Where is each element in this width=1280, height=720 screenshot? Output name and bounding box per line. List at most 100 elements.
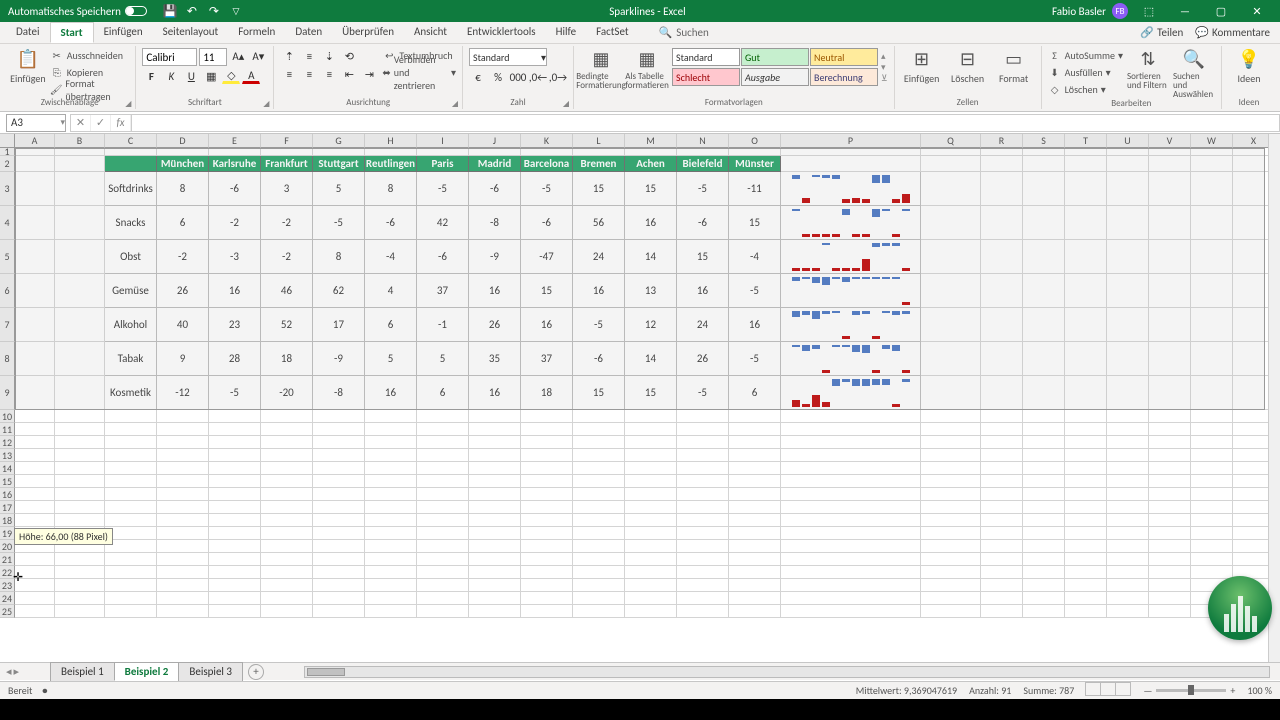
comma-icon[interactable]: 000 [509,69,527,85]
zoom-level[interactable]: 100 % [1247,684,1272,697]
percent-icon[interactable]: % [489,69,507,85]
comments-button[interactable]: 💬 Kommentare [1195,26,1270,39]
minimize-button[interactable]: — [1170,0,1200,22]
orientation-icon[interactable]: ⟲ [340,48,358,64]
style-gut[interactable]: Gut [741,48,809,66]
fill-button[interactable]: ⬇Ausfüllen ▾ [1048,65,1123,80]
save-icon[interactable]: 💾 [163,4,177,18]
delete-cells-button[interactable]: ⊟Löschen [947,48,989,85]
tab-hilfe[interactable]: Hilfe [546,22,586,43]
indent-inc-icon[interactable]: ⇥ [360,66,378,82]
tab-factset[interactable]: FactSet [586,22,639,43]
paste-button[interactable]: 📋Einfügen [10,48,46,85]
autosum-button[interactable]: ΣAutoSumme ▾ [1048,48,1123,63]
tab-nav-next-icon[interactable]: ▸ [14,665,20,678]
user-avatar[interactable]: FB [1112,3,1128,19]
row-resize-tooltip: Höhe: 66,00 (88 Pixel) [14,528,113,545]
tab-start[interactable]: Start [50,22,94,43]
tab-einfügen[interactable]: Einfügen [94,22,153,43]
fill-color-button[interactable]: ◇ [222,68,240,84]
horizontal-scrollbar[interactable] [304,666,1270,678]
merge-center-button[interactable]: ⬌Verbinden und zentrieren ▾ [382,65,456,80]
close-button[interactable]: ✕ [1242,0,1272,22]
border-button[interactable]: ▦ [202,68,220,84]
format-table-button[interactable]: ▦Als Tabelle formatieren [626,48,668,90]
indent-dec-icon[interactable]: ⇤ [340,66,358,82]
group-number: Standard▾ €%000,0←,0→ Zahl◢ [463,46,574,109]
vertical-scrollbar[interactable] [1268,134,1280,672]
sheet-tab[interactable]: Beispiel 3 [178,662,243,681]
table-icon: ▦ [638,48,655,70]
fx-icon[interactable]: fx [111,115,131,131]
align-top-icon[interactable]: ⇡ [280,48,298,64]
add-sheet-button[interactable]: + [248,664,264,680]
number-format-select[interactable]: Standard▾ [469,48,547,66]
user-name[interactable]: Fabio Basler [1052,5,1106,18]
sort-filter-button[interactable]: ⇅Sortieren und Filtern [1127,48,1169,90]
style-ausgabe[interactable]: Ausgabe [741,68,809,86]
sort-icon: ⇅ [1140,48,1155,70]
font-color-button[interactable]: A [242,68,260,84]
row-headers[interactable]: 1234567891011121314151617181920212223242… [0,148,15,618]
view-buttons[interactable] [1086,682,1131,699]
currency-icon[interactable]: € [469,69,487,85]
tab-datei[interactable]: Datei [6,22,50,43]
maximize-button[interactable]: ▢ [1206,0,1236,22]
font-size-input[interactable] [199,48,227,66]
worksheet-grid[interactable]: ABCDEFGHIJKLMNOPQRSTUVWXY 12345678910111… [0,134,1280,672]
accept-formula-icon[interactable]: ✓ [91,115,111,131]
share-button[interactable]: 🔗 Teilen [1140,26,1183,39]
name-box[interactable]: A3▾ [6,114,66,132]
undo-icon[interactable]: ↶ [185,4,199,18]
style-standard[interactable]: Standard [672,48,740,66]
tab-daten[interactable]: Daten [285,22,332,43]
styles-more-icon[interactable]: ⊻ [881,73,888,84]
cancel-formula-icon[interactable]: ✕ [71,115,91,131]
channel-logo [1208,576,1272,640]
insert-cells-button[interactable]: ⊞Einfügen [901,48,943,85]
status-count: Anzahl: 91 [969,684,1011,697]
ideas-icon: 💡 [1238,48,1260,70]
style-schlecht[interactable]: Schlecht [672,68,740,86]
format-painter-button[interactable]: 🖌Format übertragen [50,82,130,97]
autosave-toggle[interactable]: Automatisches Speichern [8,5,147,18]
grow-font-icon[interactable]: A▴ [229,48,247,64]
tab-entwicklertools[interactable]: Entwicklertools [457,22,546,43]
align-center-icon[interactable]: ≡ [300,66,318,82]
sheet-tab[interactable]: Beispiel 1 [50,662,115,681]
format-cells-button[interactable]: ▭Format [993,48,1035,85]
sheet-tab-bar: ◂▸ Beispiel 1Beispiel 2Beispiel 3 + [0,662,1280,680]
tab-formeln[interactable]: Formeln [228,22,285,43]
tab-seitenlayout[interactable]: Seitenlayout [153,22,229,43]
macro-record-icon[interactable]: ⏺ [42,684,47,697]
dec-decimal-icon[interactable]: ,0→ [549,69,567,85]
tab-ansicht[interactable]: Ansicht [404,22,457,43]
align-mid-icon[interactable]: ≡ [300,48,318,64]
sheet-tab[interactable]: Beispiel 2 [114,662,180,681]
style-berechnung[interactable]: Berechnung [810,68,878,86]
redo-icon[interactable]: ↷ [207,4,221,18]
qat-more-icon[interactable]: ▽ [229,4,243,18]
cut-button[interactable]: ✂Ausschneiden [50,48,130,63]
ideas-button[interactable]: 💡Ideen [1228,48,1270,85]
zoom-slider[interactable]: —+ [1143,684,1235,697]
underline-button[interactable]: U [182,68,200,84]
tab-überprüfen[interactable]: Überprüfen [332,22,404,43]
italic-button[interactable]: K [162,68,180,84]
inc-decimal-icon[interactable]: ,0← [529,69,547,85]
bold-button[interactable]: F [142,68,160,84]
shrink-font-icon[interactable]: A▾ [249,48,267,64]
align-left-icon[interactable]: ≡ [280,66,298,82]
conditional-format-button[interactable]: ▦Bedingte Formatierung [580,48,622,90]
align-right-icon[interactable]: ≡ [320,66,338,82]
style-neutral[interactable]: Neutral [810,48,878,66]
tell-me-search[interactable]: 🔍Suchen [659,26,709,39]
find-select-button[interactable]: 🔍Suchen und Auswählen [1173,48,1215,99]
formula-input[interactable] [132,114,1280,132]
font-name-input[interactable] [142,48,197,66]
ribbon-mode-icon[interactable]: ⬚ [1134,0,1164,22]
clear-button[interactable]: ◇Löschen ▾ [1048,82,1123,97]
tab-nav-prev-icon[interactable]: ◂ [6,665,12,678]
align-bot-icon[interactable]: ⇣ [320,48,338,64]
column-headers[interactable]: ABCDEFGHIJKLMNOPQRSTUVWXY [15,134,1280,148]
